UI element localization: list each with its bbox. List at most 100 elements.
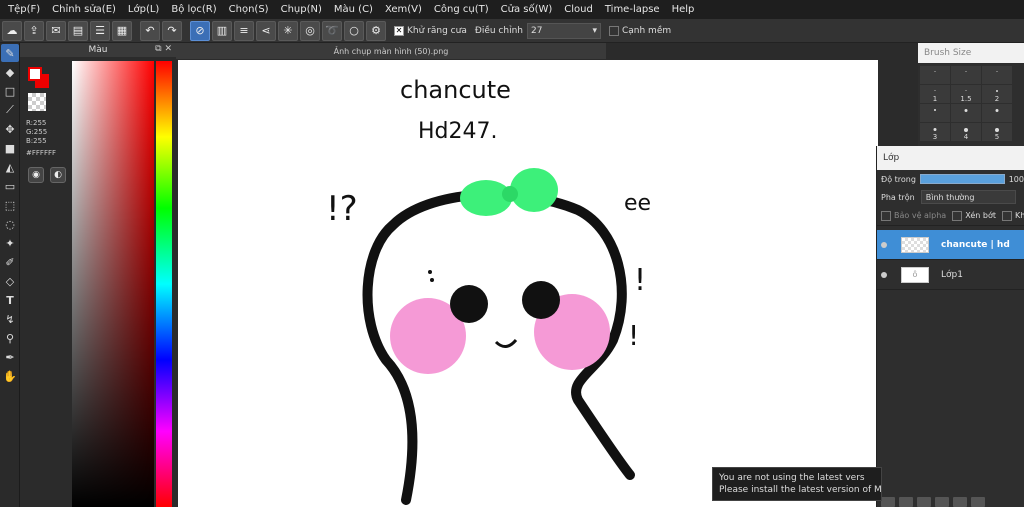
gear-icon[interactable]: ⚙	[366, 20, 386, 41]
pen-icon[interactable]: ✒	[1, 348, 19, 366]
menu-timelapse[interactable]: Time-lapse	[599, 4, 666, 15]
comment-icon[interactable]: ✉	[46, 20, 66, 41]
close-icon[interactable]: ⧉ ✕	[155, 44, 172, 54]
eye-icon[interactable]	[881, 241, 887, 248]
protect-alpha-checkbox[interactable]	[881, 210, 891, 221]
transparent-color[interactable]	[28, 93, 46, 111]
brush-size-dot[interactable]: .	[920, 66, 950, 84]
color-panel-header: Màu ⧉ ✕	[20, 43, 176, 57]
layer-panel-title: Lớp	[877, 146, 1024, 170]
menu-view[interactable]: Xem(V)	[379, 4, 428, 15]
chevron-down-icon: ▾	[592, 25, 597, 36]
brush-size-4[interactable]: 4	[951, 123, 981, 141]
layer-item[interactable]: ȏ Lớp1	[877, 260, 1024, 290]
brush-size-1[interactable]: 1	[920, 85, 950, 103]
folder-icon[interactable]	[953, 497, 967, 507]
menu-filter[interactable]: Bộ lọc(R)	[165, 4, 222, 15]
brush-size-5[interactable]: 5	[982, 123, 1012, 141]
circle-icon[interactable]: ○	[344, 20, 364, 41]
blend-select[interactable]: Bình thường	[920, 190, 1016, 204]
trash-icon[interactable]	[971, 497, 985, 507]
concentric-icon[interactable]: ◎	[300, 20, 320, 41]
brush-size-1-5[interactable]: 1.5	[951, 85, 981, 103]
brush-size-dot[interactable]: .	[982, 104, 1012, 122]
brush-size-dot[interactable]: .	[951, 104, 981, 122]
text-icon[interactable]: T	[1, 291, 19, 309]
dropper-icon[interactable]: ⚲	[1, 329, 19, 347]
protect-alpha-toggle[interactable]: Bảo vệ alpha	[881, 210, 946, 221]
arrow-pattern-icon[interactable]: ⋖	[256, 20, 276, 41]
line-icon[interactable]: ⟋	[1, 101, 19, 119]
saturation-picker[interactable]	[72, 61, 154, 507]
select-eraser-icon[interactable]: ◇	[1, 272, 19, 290]
clipping-checkbox[interactable]	[952, 210, 963, 221]
move-icon[interactable]: ✥	[1, 120, 19, 138]
copy-layer-icon[interactable]	[899, 497, 913, 507]
list-icon[interactable]: ☰	[90, 20, 110, 41]
update-notice[interactable]: You are not using the latest vers Please…	[712, 467, 882, 501]
toolbar: ☁ ⇪ ✉ ▤ ☰ ▦ ↶ ↷ ⊘ ▥ ≡ ⋖ ✳ ◎ ➰ ○ ⚙ ✕ Khử r…	[0, 19, 1024, 43]
layer-settings-icon[interactable]	[935, 497, 949, 507]
radial-pattern-icon[interactable]: ✳	[278, 20, 298, 41]
select-rect-icon[interactable]: ⬚	[1, 196, 19, 214]
select-lasso-icon[interactable]: ◌	[1, 215, 19, 233]
new-layer-icon[interactable]	[881, 497, 895, 507]
bucket-icon[interactable]: ◭	[1, 158, 19, 176]
lock-checkbox[interactable]	[1001, 210, 1012, 221]
color-dropper-icon[interactable]: ◐	[50, 167, 66, 183]
menu-window[interactable]: Cửa số(W)	[495, 4, 559, 15]
drawing-canvas[interactable]: chancute Hd247. !? ee ! !	[178, 60, 878, 507]
brush-icon[interactable]: ✎	[1, 44, 19, 62]
eye-icon[interactable]	[881, 271, 887, 278]
divide-icon[interactable]: ↯	[1, 310, 19, 328]
brush-size-2[interactable]: 2	[982, 85, 1012, 103]
lock-toggle[interactable]: Kh	[1001, 210, 1024, 221]
no-pattern-icon[interactable]: ⊘	[190, 20, 210, 41]
adjust-select[interactable]: 27 ▾	[526, 22, 601, 39]
antialias-checkbox[interactable]: ✕	[394, 25, 404, 36]
soft-edge-checkbox[interactable]	[608, 25, 619, 36]
hatch-pattern-icon[interactable]: ▥	[212, 20, 232, 41]
lines-pattern-icon[interactable]: ≡	[234, 20, 254, 41]
clipping-toggle[interactable]: Xén bớt	[952, 210, 996, 221]
grid-icon[interactable]: ▦	[112, 20, 132, 41]
select-pen-icon[interactable]: ✐	[1, 253, 19, 271]
brush-size-dot[interactable]: .	[982, 66, 1012, 84]
menu-help[interactable]: Help	[666, 4, 701, 15]
undo-icon[interactable]: ↶	[140, 20, 160, 41]
foreground-color[interactable]	[28, 67, 42, 81]
document-tab[interactable]: Ảnh chụp màn hình (50).png	[176, 43, 606, 59]
cloud-icon[interactable]: ☁	[2, 20, 22, 41]
brush-size-3[interactable]: 3	[920, 123, 950, 141]
drawing-text-chancute: chancute	[400, 76, 511, 104]
hand-icon[interactable]: ✋	[1, 367, 19, 385]
magic-wand-icon[interactable]: ✦	[1, 234, 19, 252]
menu-capture[interactable]: Chụp(N)	[275, 4, 328, 15]
merge-layer-icon[interactable]	[917, 497, 931, 507]
menu-layer[interactable]: Lớp(L)	[122, 4, 165, 15]
menu-color[interactable]: Màu (C)	[328, 4, 379, 15]
redo-icon[interactable]: ↷	[162, 20, 182, 41]
fill-rect-icon[interactable]: ■	[1, 139, 19, 157]
document-icon[interactable]: ▤	[68, 20, 88, 41]
eraser-icon[interactable]: ◆	[1, 63, 19, 81]
gradient-icon[interactable]: ▭	[1, 177, 19, 195]
hue-slider[interactable]	[156, 61, 172, 507]
rectangle-icon[interactable]: □	[1, 82, 19, 100]
menu-cloud[interactable]: Cloud	[558, 4, 599, 15]
opacity-slider[interactable]	[919, 174, 1005, 184]
layer-item[interactable]: chancute | hd	[877, 230, 1024, 260]
menu-tools[interactable]: Công cụ(T)	[428, 4, 495, 15]
blue-value: B:255	[26, 137, 47, 145]
antialias-toggle[interactable]: ✕ Khử răng cưa	[394, 25, 467, 36]
menu-select[interactable]: Chọn(S)	[223, 4, 275, 15]
menu-edit[interactable]: Chỉnh sửa(E)	[46, 4, 122, 15]
palette-icon[interactable]: ◉	[28, 167, 44, 183]
soft-edge-toggle[interactable]: Cạnh mềm	[608, 25, 671, 36]
menu-file[interactable]: Tệp(F)	[2, 4, 46, 15]
lasso-icon[interactable]: ➰	[322, 20, 342, 41]
export-icon[interactable]: ⇪	[24, 20, 44, 41]
brush-size-dot[interactable]: .	[920, 104, 950, 122]
drawing-text-hd: Hd247.	[418, 119, 498, 144]
brush-size-dot[interactable]: .	[951, 66, 981, 84]
